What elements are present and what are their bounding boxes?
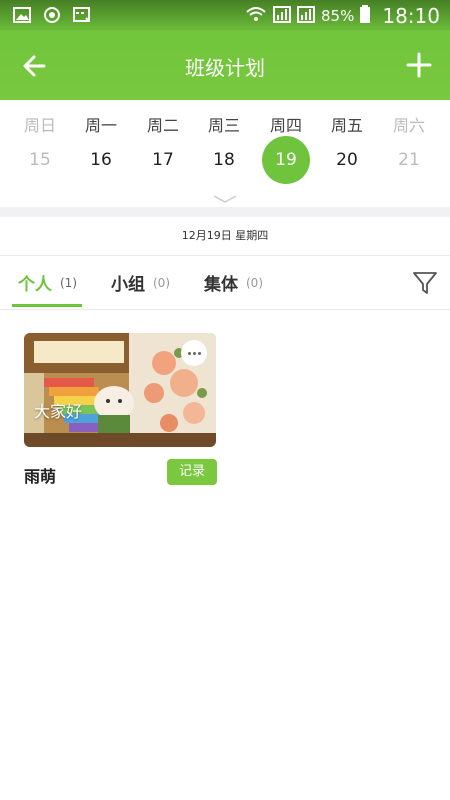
selected-date-label: 12月19日 星期四 — [0, 217, 450, 256]
page-title: 班级计划 — [185, 56, 265, 80]
weekday-label: 周五 — [330, 116, 363, 135]
tab-label: 小组 — [111, 275, 145, 295]
date-number: 20 — [336, 150, 358, 170]
date-number: 15 — [29, 150, 51, 170]
tab-collective[interactable]: 集体 (0) — [204, 256, 263, 309]
date-number: 18 — [213, 150, 235, 170]
date-number: 17 — [152, 150, 174, 170]
clock: 18:10 — [382, 4, 440, 28]
plan-tabs: 个人 (1) 小组 (0) 集体 (0) — [0, 256, 450, 310]
signal-icon — [273, 5, 292, 27]
active-tab-indicator — [12, 304, 82, 307]
app-bar: 班级计划 — [0, 30, 450, 100]
plan-card-image[interactable]: 大家好 — [24, 333, 216, 447]
card-caption: 大家好 — [34, 402, 83, 421]
weekday-label: 周六 — [392, 116, 425, 135]
calendar-icon — [72, 5, 92, 25]
battery-icon — [360, 4, 372, 28]
weekday-label: 周一 — [84, 116, 117, 135]
tab-label: 集体 — [204, 275, 238, 295]
tab-label: 个人 — [18, 275, 52, 295]
divider — [0, 207, 450, 217]
record-button[interactable]: 记录 — [167, 459, 217, 485]
tab-personal[interactable]: 个人 (1) — [18, 256, 77, 309]
weekday-label: 周四 — [269, 116, 302, 135]
date-number: 21 — [398, 150, 420, 170]
student-name: 雨萌 — [24, 467, 57, 486]
date-number: 16 — [90, 150, 112, 170]
date-number: 19 — [275, 150, 297, 170]
status-bar: 85% 18:10 — [0, 0, 450, 30]
weekday-label: 周日 — [23, 116, 56, 135]
more-icon[interactable] — [181, 340, 207, 366]
battery-percent: 85% — [321, 7, 355, 25]
filter-icon[interactable] — [412, 270, 438, 296]
wifi-icon — [245, 5, 267, 27]
weekday-label: 周三 — [207, 116, 240, 135]
sync-icon — [42, 5, 62, 25]
gallery-icon — [12, 5, 32, 25]
tab-count: (0) — [153, 275, 170, 290]
weekday-label: 周二 — [146, 116, 179, 135]
signal-icon — [297, 5, 316, 27]
tab-count: (0) — [246, 275, 263, 290]
tab-group[interactable]: 小组 (0) — [111, 256, 170, 309]
chevron-down-icon[interactable] — [212, 190, 238, 203]
tab-count: (1) — [60, 275, 77, 290]
add-icon[interactable] — [404, 50, 434, 80]
